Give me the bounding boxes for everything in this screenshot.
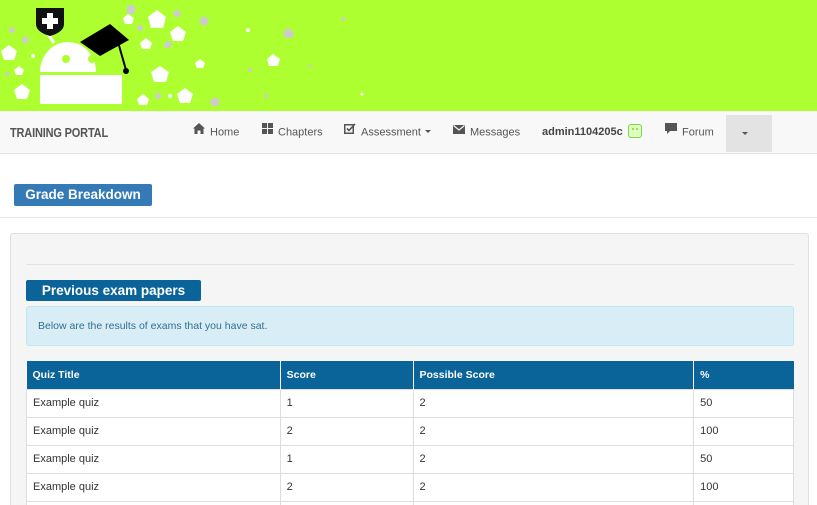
exams-heading: Previous exam papers [26, 280, 201, 301]
nav-home[interactable]: Home [193, 111, 239, 154]
chevron-down-icon [742, 132, 748, 135]
nav-assessment-label: Assessment [361, 126, 421, 139]
banner-artwork [1, 4, 364, 106]
divider [26, 264, 794, 265]
cell-percent: 100 [693, 472, 794, 502]
cell-percent: 50 [693, 388, 794, 418]
cell-quiz-title: Example quiz [26, 388, 281, 418]
cell-percent: 50 [693, 444, 794, 474]
nav-home-label: Home [210, 126, 240, 139]
chevron-down-icon [424, 130, 431, 133]
column-header-quiz-title[interactable]: Quiz Title [26, 361, 281, 389]
checkbox-icon [344, 110, 356, 153]
cell-percent [693, 500, 794, 505]
cell-score: 1 [279, 388, 414, 418]
table-row: Example quiz 2 2 100 [26, 416, 794, 446]
cell-possible-score [412, 500, 695, 505]
nav-assessment[interactable]: Assessment [344, 111, 431, 154]
envelope-icon [453, 110, 465, 153]
column-header-percent[interactable]: % [693, 361, 794, 389]
nav-chapters[interactable]: Chapters [262, 111, 323, 154]
table-header-row: Quiz Title Score Possible Score % [26, 361, 794, 389]
nav-messages-label: Messages [470, 126, 521, 139]
table-row: Example quiz 2 2 100 [26, 472, 794, 502]
cell-possible-score: 2 [412, 388, 695, 418]
cell-quiz-title: Example quiz [26, 444, 281, 474]
results-table: Quiz Title Score Possible Score % Exampl… [26, 361, 794, 505]
nav-forum[interactable]: Forum [665, 111, 714, 154]
cell-quiz-title [26, 500, 281, 505]
brand-logo[interactable]: TRAINING PORTAL [10, 111, 108, 154]
cell-score: 1 [279, 444, 414, 474]
grid-icon [262, 110, 273, 153]
table-row: Example quiz 1 2 50 [26, 388, 794, 418]
user-badge-icon [627, 124, 642, 139]
nav-user[interactable]: admin1104205c [542, 111, 642, 154]
cell-quiz-title: Example quiz [26, 472, 281, 502]
cell-possible-score: 2 [412, 472, 695, 502]
nav-chapters-label: Chapters [278, 126, 323, 139]
page-title: Grade Breakdown [14, 184, 152, 206]
home-icon [193, 110, 205, 153]
cell-score: 2 [279, 416, 414, 446]
shield-icon [36, 8, 64, 36]
table-row: Example quiz 1 2 50 [26, 444, 794, 474]
nav-more-dropdown[interactable] [726, 115, 772, 152]
android-logo-icon [40, 24, 129, 104]
cell-possible-score: 2 [412, 444, 695, 474]
nav-messages[interactable]: Messages [453, 111, 520, 154]
table-row [26, 500, 794, 505]
navbar: TRAINING PORTAL Home Chapters Assessment… [0, 111, 817, 154]
nav-forum-label: Forum [682, 126, 714, 139]
info-alert: Below are the results of exams that you … [26, 306, 794, 346]
column-header-score[interactable]: Score [280, 361, 414, 389]
user-name: admin1104205c [542, 126, 623, 138]
cell-quiz-title: Example quiz [26, 416, 281, 446]
cell-possible-score: 2 [412, 416, 695, 446]
column-header-possible-score[interactable]: Possible Score [413, 361, 695, 389]
comment-icon [665, 110, 677, 153]
cell-percent: 100 [693, 416, 794, 446]
cell-score: 2 [279, 472, 414, 502]
cell-score [279, 500, 414, 505]
banner [0, 0, 817, 111]
